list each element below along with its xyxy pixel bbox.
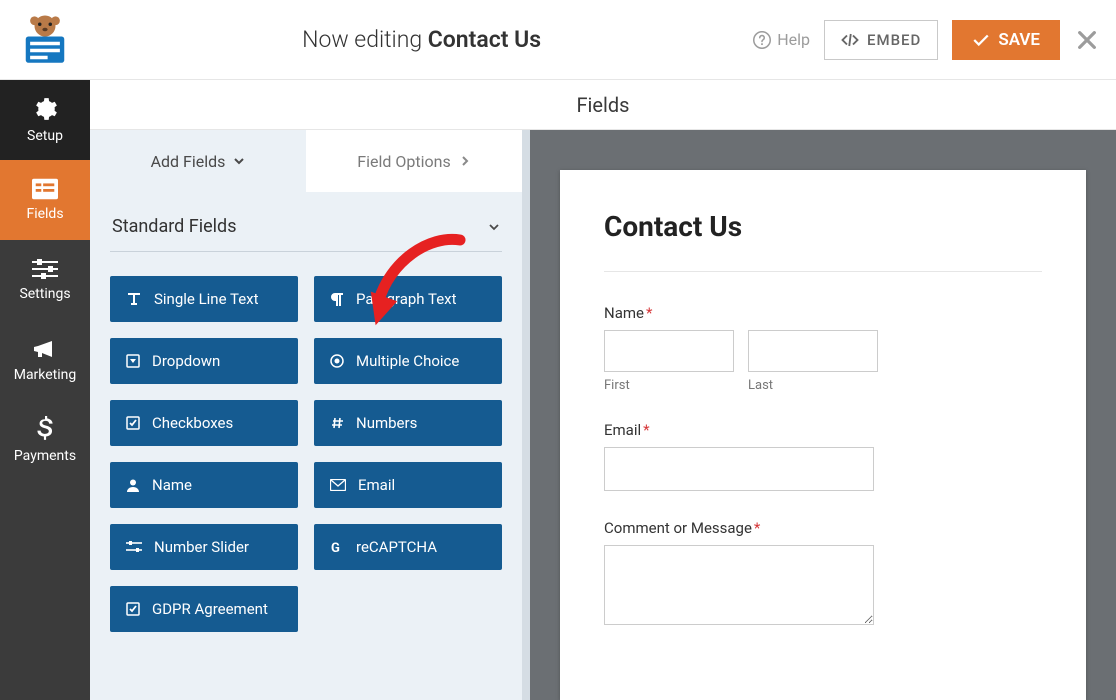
- field-gdpr-agreement[interactable]: GDPR Agreement: [110, 586, 298, 632]
- tab-field-options[interactable]: Field Options: [306, 130, 522, 192]
- field-label: reCAPTCHA: [356, 538, 437, 556]
- tab-label: Add Fields: [151, 152, 226, 171]
- list-icon: [32, 178, 58, 200]
- embed-label: EMBED: [867, 31, 921, 49]
- field-paragraph-text[interactable]: Paragraph Text: [314, 276, 502, 322]
- required-marker: *: [754, 519, 760, 537]
- divider: [604, 271, 1042, 272]
- user-icon: [126, 478, 140, 492]
- field-label: GDPR Agreement: [152, 600, 268, 618]
- field-name[interactable]: Name: [110, 462, 298, 508]
- sublabel-first: First: [604, 378, 734, 393]
- editing-form-name: Contact Us: [428, 26, 541, 53]
- check-icon: [972, 33, 990, 47]
- close-icon: [1076, 29, 1098, 51]
- g-recaptcha-icon: G: [330, 540, 344, 554]
- chevron-right-icon: [459, 155, 471, 167]
- brand-logo: [0, 12, 90, 68]
- hash-icon: [330, 416, 344, 430]
- nav-label: Payments: [14, 448, 76, 464]
- chevron-down-icon: [488, 221, 500, 233]
- field-label: Dropdown: [152, 352, 220, 370]
- section-header: Fields: [90, 80, 1116, 130]
- field-label: Checkboxes: [152, 414, 233, 432]
- code-icon: [841, 33, 859, 47]
- label-text: Comment or Message: [604, 519, 752, 537]
- field-multiple-choice[interactable]: Multiple Choice: [314, 338, 502, 384]
- check-square-icon: [126, 602, 140, 616]
- nav-label: Marketing: [14, 367, 77, 383]
- label-email: Email*: [604, 421, 1042, 439]
- input-email[interactable]: [604, 447, 874, 491]
- label-comment: Comment or Message*: [604, 519, 1042, 537]
- nav-label: Settings: [19, 286, 70, 302]
- group-standard-fields[interactable]: Standard Fields: [110, 210, 502, 252]
- paragraph-icon: [330, 292, 344, 306]
- field-label: Name: [152, 476, 192, 494]
- tab-add-fields[interactable]: Add Fields: [90, 130, 306, 192]
- nav-item-settings[interactable]: Settings: [0, 240, 90, 320]
- help-label: Help: [777, 30, 810, 49]
- label-name: Name*: [604, 304, 1042, 322]
- close-button[interactable]: [1076, 21, 1098, 59]
- save-label: SAVE: [998, 30, 1040, 50]
- chevron-down-icon: [233, 155, 245, 167]
- group-label: Standard Fields: [112, 216, 237, 237]
- form-preview-area: Contact Us Name* First: [530, 130, 1116, 700]
- input-first-name[interactable]: [604, 330, 734, 372]
- nav-label: Fields: [26, 206, 63, 222]
- dot-circle-icon: [330, 354, 344, 368]
- nav-item-setup[interactable]: Setup: [0, 80, 90, 160]
- label-text: Email: [604, 421, 641, 439]
- check-square-icon: [126, 416, 140, 430]
- fields-panel: Add Fields Field Options Standard Fields: [90, 130, 530, 700]
- required-marker: *: [643, 421, 649, 439]
- dollar-icon: [36, 416, 54, 442]
- field-label: Numbers: [356, 414, 417, 432]
- field-checkboxes[interactable]: Checkboxes: [110, 400, 298, 446]
- embed-button[interactable]: EMBED: [824, 20, 938, 60]
- svg-text:G: G: [331, 541, 340, 554]
- field-label: Single Line Text: [154, 290, 259, 308]
- sliders-icon: [32, 258, 58, 280]
- field-number-slider[interactable]: Number Slider: [110, 524, 298, 570]
- form-preview-card[interactable]: Contact Us Name* First: [560, 170, 1086, 700]
- help-icon: [753, 31, 771, 49]
- sliders-icon: [126, 540, 142, 554]
- input-last-name[interactable]: [748, 330, 878, 372]
- nav-item-fields[interactable]: Fields: [0, 160, 90, 240]
- text-cursor-icon: [126, 292, 142, 306]
- fields-grid: Single Line Text Paragraph Text Dropdown: [110, 276, 502, 632]
- gear-icon: [32, 96, 58, 122]
- field-label: Number Slider: [154, 538, 249, 556]
- envelope-icon: [330, 479, 346, 491]
- vertical-nav: Setup Fields Settings Marketing Payments: [0, 80, 90, 700]
- top-bar: Now editing Contact Us Help EMBED SAVE: [0, 0, 1116, 80]
- field-numbers[interactable]: Numbers: [314, 400, 502, 446]
- nav-item-marketing[interactable]: Marketing: [0, 320, 90, 400]
- field-label: Paragraph Text: [356, 290, 457, 308]
- save-button[interactable]: SAVE: [952, 20, 1060, 60]
- editing-title: Now editing Contact Us: [90, 26, 753, 53]
- field-single-line-text[interactable]: Single Line Text: [110, 276, 298, 322]
- wpforms-logo-icon: [17, 12, 73, 68]
- field-email[interactable]: Email: [314, 462, 502, 508]
- help-link[interactable]: Help: [753, 30, 810, 49]
- field-recaptcha[interactable]: G reCAPTCHA: [314, 524, 502, 570]
- sublabel-last: Last: [748, 378, 878, 393]
- editing-prefix: Now editing: [302, 26, 428, 53]
- field-dropdown[interactable]: Dropdown: [110, 338, 298, 384]
- tab-label: Field Options: [357, 152, 450, 171]
- nav-label: Setup: [27, 128, 63, 144]
- caret-square-icon: [126, 354, 140, 368]
- field-label: Multiple Choice: [356, 352, 459, 370]
- form-title: Contact Us: [604, 210, 1042, 243]
- field-label: Email: [358, 476, 395, 494]
- megaphone-icon: [32, 337, 58, 361]
- nav-item-payments[interactable]: Payments: [0, 400, 90, 480]
- label-text: Name: [604, 304, 644, 322]
- required-marker: *: [646, 304, 652, 322]
- input-comment[interactable]: [604, 545, 874, 625]
